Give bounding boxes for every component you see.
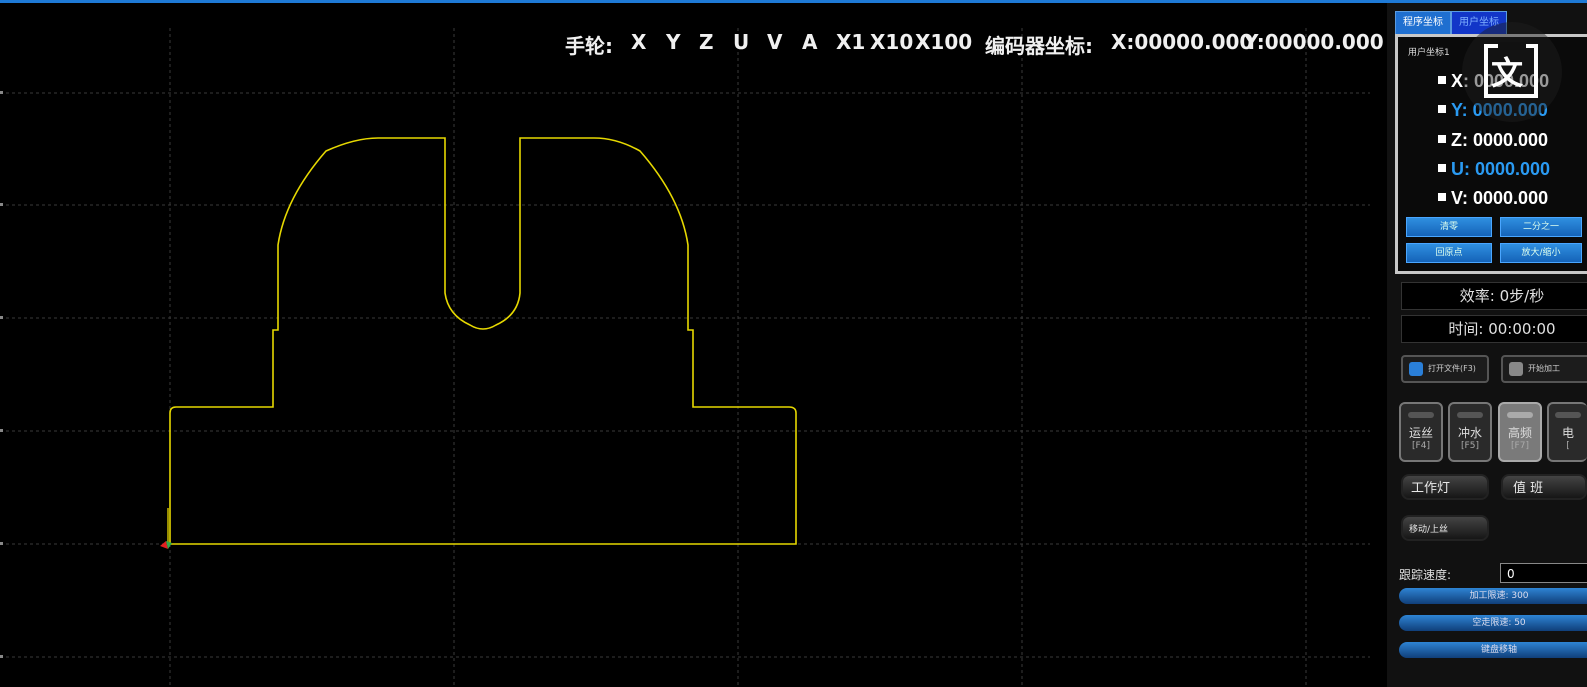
handwheel-header: 手轮: X Y Z U V A X1 X10 X100 编码器坐标: X:000… xyxy=(0,30,1387,60)
flush-toggle[interactable]: 冲水 [F5] xyxy=(1448,402,1492,462)
clear-button[interactable]: 清零 xyxy=(1406,217,1492,237)
cut-path xyxy=(169,137,797,545)
multiplier-x100-button[interactable]: X100 xyxy=(915,30,972,54)
work-light-button[interactable]: 工作灯 xyxy=(1401,474,1489,500)
keyboard-jog-button[interactable]: 键盘移轴 xyxy=(1399,642,1587,658)
coord-v-value: V: 0000.000 xyxy=(1438,188,1548,209)
coord-z-value: Z: 0000.000 xyxy=(1438,130,1548,151)
translate-icon[interactable]: 文 xyxy=(1462,22,1562,122)
multiplier-x1-button[interactable]: X1 xyxy=(836,30,865,54)
multiplier-x10-button[interactable]: X10 xyxy=(870,30,913,54)
encoder-label: 编码器坐标: xyxy=(985,34,1093,58)
axis-x-button[interactable]: X xyxy=(631,30,646,54)
play-icon xyxy=(1509,361,1523,376)
half-button[interactable]: 二分之一 xyxy=(1500,217,1582,237)
machining-speed-limit[interactable]: 加工限速: 300 xyxy=(1399,588,1587,604)
bullet-icon xyxy=(1438,76,1446,85)
zoom-button[interactable]: 放大/缩小 xyxy=(1500,243,1582,263)
drawing-canvas[interactable]: 手轮: X Y Z U V A X1 X10 X100 编码器坐标: X:000… xyxy=(0,3,1387,687)
encoder-x-value: X:00000.000 xyxy=(1111,30,1254,54)
bullet-icon xyxy=(1438,193,1446,202)
power-toggle[interactable]: 电[ xyxy=(1547,402,1587,462)
axis-v-button[interactable]: V xyxy=(767,30,782,54)
grid-lines xyxy=(0,28,1370,687)
coord-box-title: 用户坐标1 xyxy=(1408,48,1450,58)
start-machining-button[interactable]: 开始加工 xyxy=(1501,355,1587,383)
high-frequency-toggle[interactable]: 高频 [F7] xyxy=(1498,402,1542,462)
tracking-speed-input[interactable]: 0 xyxy=(1500,563,1587,583)
coord-u-value: U: 0000.000 xyxy=(1438,159,1550,180)
axis-a-button[interactable]: A xyxy=(802,30,817,54)
axis-y-button[interactable]: Y xyxy=(666,30,680,54)
time-display: 时间: 00:00:00 xyxy=(1401,315,1587,343)
wire-run-toggle[interactable]: 运丝 [F4] xyxy=(1399,402,1443,462)
open-file-button[interactable]: 打开文件(F3) xyxy=(1401,355,1489,383)
axis-ticks xyxy=(0,91,3,658)
idle-speed-limit[interactable]: 空走限速: 50 xyxy=(1399,615,1587,631)
encoder-y-value: Y:00000.000 xyxy=(1244,30,1384,54)
bullet-icon xyxy=(1438,164,1446,173)
canvas-svg xyxy=(0,28,1370,687)
tracking-speed-label: 跟踪速度: xyxy=(1399,568,1452,582)
efficiency-display: 效率: 0步/秒 xyxy=(1401,282,1587,310)
duty-button[interactable]: 值 班 xyxy=(1501,474,1587,500)
tab-program-coords[interactable]: 程序坐标 xyxy=(1395,11,1451,35)
bullet-icon xyxy=(1438,105,1446,114)
handwheel-label: 手轮: xyxy=(565,34,613,58)
threading-button[interactable]: 移动/上丝 xyxy=(1401,515,1489,541)
axis-z-button[interactable]: Z xyxy=(699,30,714,54)
home-button[interactable]: 回原点 xyxy=(1406,243,1492,263)
axis-u-button[interactable]: U xyxy=(733,30,749,54)
folder-icon xyxy=(1409,361,1423,376)
bullet-icon xyxy=(1438,135,1446,144)
